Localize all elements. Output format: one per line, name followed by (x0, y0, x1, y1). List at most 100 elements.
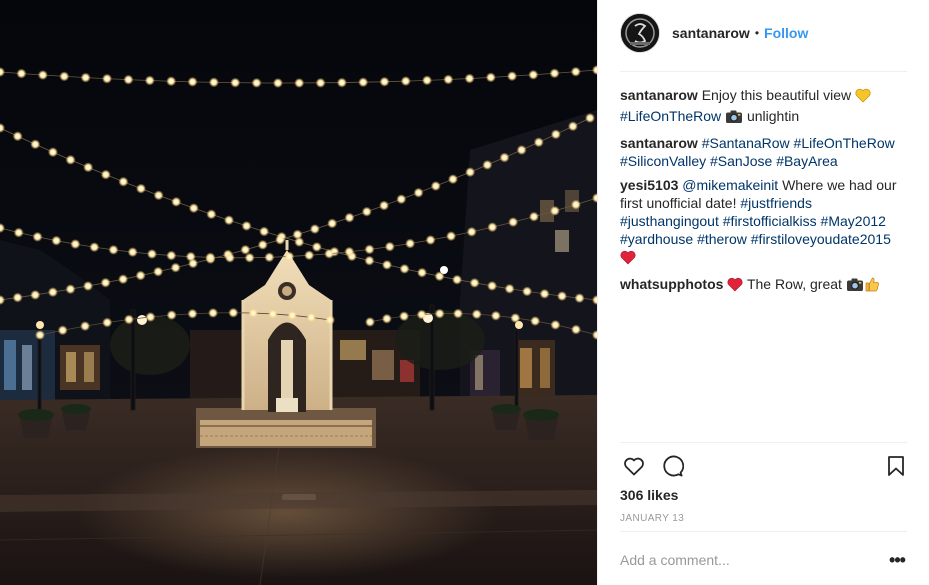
red-heart-icon (620, 250, 636, 269)
hashtag-link[interactable]: #SanJose (710, 153, 772, 169)
light-bulb (211, 311, 215, 315)
light-bulb (408, 241, 412, 246)
hashtag-link[interactable]: #SantanaRow (702, 135, 790, 151)
light-bulb (451, 177, 455, 181)
save-button[interactable] (882, 452, 910, 480)
light-bulb (385, 316, 389, 321)
light-bulb (309, 315, 314, 320)
hashtag-link[interactable]: #May2012 (821, 213, 886, 229)
light-bulb (511, 220, 515, 224)
light-bulb (297, 81, 302, 85)
light-bulb (150, 252, 154, 256)
light-bulb (467, 76, 472, 81)
light-bulb (399, 197, 404, 202)
light-bulb (367, 247, 372, 252)
hashtag-link[interactable]: #justfriends (740, 195, 812, 211)
hashtag-link[interactable]: #therow (697, 231, 747, 247)
comment-username[interactable]: santanarow (620, 87, 698, 103)
light-bulb (51, 150, 55, 154)
light-bulb (105, 320, 109, 325)
light-bulb (513, 316, 518, 320)
hashtag-link[interactable]: #firstofficialkiss (723, 213, 817, 229)
add-comment-input[interactable] (620, 546, 890, 574)
post-username[interactable]: santanarow (672, 25, 750, 41)
mention-link[interactable]: @mikemakeinit (682, 177, 778, 193)
light-bulb (315, 245, 319, 249)
comment-username[interactable]: santanarow (620, 135, 698, 151)
light-bulb (552, 71, 557, 76)
light-bulb (419, 312, 424, 317)
light-bulb (574, 327, 578, 332)
light-bulb (111, 248, 116, 252)
light-bulb (188, 254, 193, 259)
comment-username[interactable]: yesi5103 (620, 177, 678, 193)
light-bulb (127, 317, 131, 322)
hashtag-link[interactable]: #LifeOnTheRow (620, 108, 721, 124)
light-bulb (148, 315, 153, 319)
light-bulb (62, 74, 67, 79)
light-bulb (437, 311, 442, 316)
light-bulb (262, 229, 266, 234)
light-bulb (318, 81, 323, 85)
follow-button[interactable]: Follow (764, 25, 808, 41)
light-bulb (307, 253, 311, 258)
light-bulb (449, 234, 453, 238)
separator-dot: • (754, 26, 760, 40)
light-bulb (364, 209, 369, 214)
light-bulb (287, 254, 292, 259)
light-bulb (169, 79, 173, 84)
comment-button[interactable] (658, 452, 686, 480)
post-photo[interactable] (0, 0, 597, 585)
likes-count[interactable]: 306 likes (620, 487, 678, 503)
light-bulb (553, 209, 557, 213)
comment-username[interactable]: whatsupphotos (620, 276, 723, 292)
post-header: santanarow • Follow (620, 12, 910, 54)
hashtag-link[interactable]: #BayArea (776, 153, 837, 169)
light-bulb (243, 247, 248, 252)
light-bulb (212, 80, 216, 85)
comment-bubble-icon (663, 455, 684, 477)
hashtag-link[interactable]: #justhangingout (620, 213, 719, 229)
light-bulb (361, 80, 365, 85)
post-date[interactable]: JANUARY 13 (620, 513, 684, 524)
light-bulb (387, 244, 392, 249)
light-bulb (571, 124, 575, 129)
light-bulb (367, 258, 372, 263)
hashtag-link[interactable]: #yardhouse (620, 231, 693, 247)
light-bulb (121, 179, 126, 184)
light-bulb (485, 163, 490, 167)
light-bulb (328, 318, 332, 322)
divider (620, 442, 907, 443)
thumbs-up-icon (864, 276, 880, 296)
light-bulb (86, 284, 90, 288)
hashtag-link[interactable]: #LifeOnTheRow (794, 135, 895, 151)
light-bulb (347, 215, 352, 220)
light-bulb (519, 148, 524, 152)
light-bulb (502, 155, 507, 160)
light-bulb (420, 270, 424, 275)
light-bulb (19, 71, 24, 76)
hashtag-link[interactable]: #firstiloveyoudate2015 (751, 231, 891, 247)
light-bulb (494, 313, 498, 318)
like-button[interactable] (620, 452, 648, 480)
light-bulb (251, 311, 256, 315)
light-bulb (297, 240, 302, 244)
light-bulb (469, 230, 474, 234)
ellipsis-icon[interactable]: ••• (887, 550, 907, 570)
light-bulb (190, 80, 195, 84)
light-bulb (554, 132, 558, 137)
hashtag-link[interactable]: #SiliconValley (620, 153, 706, 169)
light-bulb (103, 172, 108, 177)
comment-text: unlightin (743, 108, 800, 124)
light-bulb (169, 253, 174, 258)
light-bulb (130, 250, 135, 254)
light-bulb (173, 265, 178, 270)
avatar[interactable] (620, 13, 660, 53)
light-bulb (490, 225, 495, 229)
action-bar (620, 452, 910, 480)
light-bulb (233, 80, 238, 85)
light-bulb (15, 295, 20, 300)
light-bulb (574, 202, 578, 207)
comment-text: The Row, great (743, 276, 846, 292)
plaza-night-scene (0, 0, 597, 585)
